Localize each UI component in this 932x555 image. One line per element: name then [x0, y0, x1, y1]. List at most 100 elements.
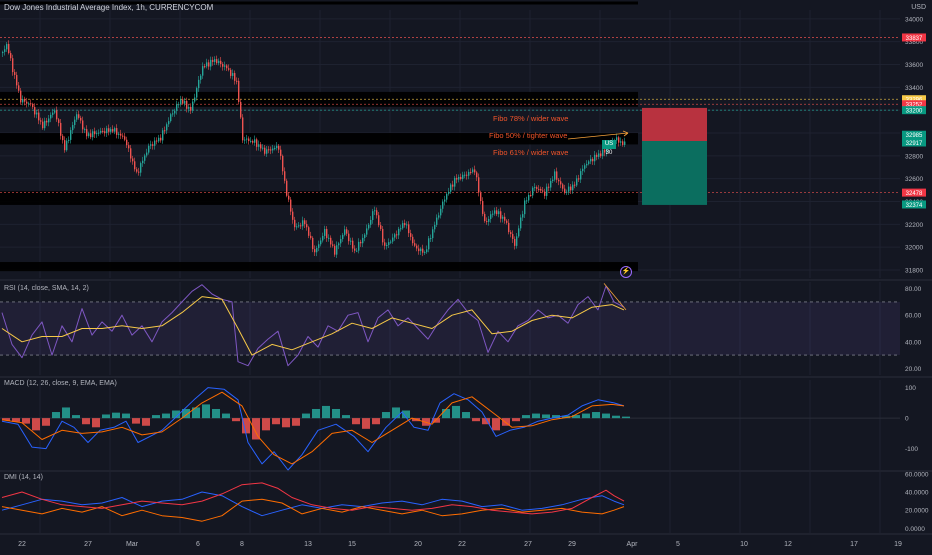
candle-body: [206, 62, 208, 67]
candle-body: [326, 228, 328, 239]
candle-body: [112, 129, 114, 132]
candle-body: [122, 135, 124, 137]
stop-loss-box: [642, 107, 707, 142]
chart-svg[interactable]: 3400033800336003340033200330003280032600…: [0, 0, 932, 550]
candle-body: [90, 133, 92, 138]
candle-body: [440, 208, 442, 216]
candle-body: [108, 128, 110, 132]
candle-body: [598, 153, 600, 157]
macd-histogram-bar: [102, 414, 110, 419]
macd-histogram-bar: [522, 415, 530, 419]
candle-body: [146, 152, 148, 156]
macd-histogram-bar: [622, 416, 630, 419]
candle-body: [354, 248, 356, 251]
candle-body: [86, 129, 88, 137]
candle-body: [160, 137, 162, 141]
chart-title: Dow Jones Industrial Average Index, 1h, …: [4, 3, 214, 12]
candle-body: [154, 140, 156, 146]
candle-body: [238, 80, 240, 102]
candle-body: [352, 240, 354, 249]
macd-line: [1, 387, 625, 471]
candle-body: [506, 220, 508, 223]
candle-body: [50, 114, 52, 119]
candle-body: [384, 242, 386, 246]
macd-histogram-bar: [112, 412, 120, 419]
candle-body: [322, 235, 324, 241]
candle-body: [262, 147, 264, 149]
candle-body: [166, 124, 168, 131]
candle-body: [308, 227, 310, 236]
candle-body: [70, 130, 72, 140]
candle-body: [596, 154, 598, 157]
candle-body: [436, 217, 438, 225]
x-tick-label: 27: [84, 541, 92, 548]
candle-body: [536, 187, 538, 189]
macd-histogram-bar: [452, 405, 460, 419]
macd-histogram-bar: [22, 418, 30, 424]
candle-body: [66, 140, 68, 151]
candle-body: [338, 243, 340, 246]
x-tick-label: 6: [196, 541, 200, 548]
candle-body: [444, 199, 446, 202]
candle-body: [320, 240, 322, 245]
candle-body: [234, 73, 236, 81]
candle-body: [324, 228, 326, 236]
candle-body: [280, 149, 282, 156]
y-tick-label: 32600: [905, 176, 923, 183]
candle-body: [426, 249, 428, 253]
candle-body: [56, 110, 58, 120]
candle-body: [8, 43, 10, 54]
y-tick-label: 60.00: [905, 313, 922, 320]
candle-body: [284, 171, 286, 181]
candle-body: [452, 184, 454, 187]
candle-body: [446, 193, 448, 200]
candle-body: [470, 171, 472, 173]
candle-body: [350, 240, 352, 242]
candle-body: [370, 219, 372, 225]
candle-body: [380, 225, 382, 229]
candle-body: [530, 195, 532, 197]
candle-body: [290, 199, 292, 212]
candle-body: [230, 69, 232, 76]
macd-histogram-bar: [292, 418, 300, 426]
candle-body: [72, 125, 74, 131]
candle-body: [420, 248, 422, 252]
candle-body: [104, 131, 106, 134]
candle-body: [572, 184, 574, 191]
macd-histogram-bar: [602, 413, 610, 419]
macd-histogram-bar: [152, 415, 160, 419]
candle-body: [38, 112, 40, 121]
candle-body: [240, 101, 242, 118]
candle-body: [502, 216, 504, 219]
candle-body: [472, 169, 474, 173]
candle-body: [514, 238, 516, 246]
x-tick-label: Mar: [126, 541, 139, 548]
candle-body: [126, 139, 128, 146]
alert-icon[interactable]: ⚡: [620, 266, 632, 278]
candle-body: [24, 98, 26, 102]
candle-body: [494, 210, 496, 214]
candle-body: [94, 131, 96, 135]
candle-body: [304, 220, 306, 225]
candle-body: [218, 60, 220, 64]
macd-histogram-bar: [162, 413, 170, 419]
candle-body: [190, 107, 192, 111]
candle-body: [542, 190, 544, 192]
candle-body: [222, 63, 224, 67]
candle-body: [198, 79, 200, 89]
candle-body: [396, 234, 398, 236]
candle-body: [74, 119, 76, 126]
candle-body: [138, 171, 140, 173]
candle-body: [76, 114, 78, 120]
candle-body: [184, 100, 186, 104]
candle-body: [372, 211, 374, 220]
candle-body: [176, 104, 178, 111]
candle-body: [242, 117, 244, 141]
candle-body: [386, 244, 388, 246]
candle-body: [438, 215, 440, 218]
candle-body: [486, 221, 488, 223]
price-label: 32917: [906, 141, 923, 147]
candle-body: [58, 119, 60, 123]
candle-body: [224, 65, 226, 67]
candle-body: [616, 137, 618, 141]
